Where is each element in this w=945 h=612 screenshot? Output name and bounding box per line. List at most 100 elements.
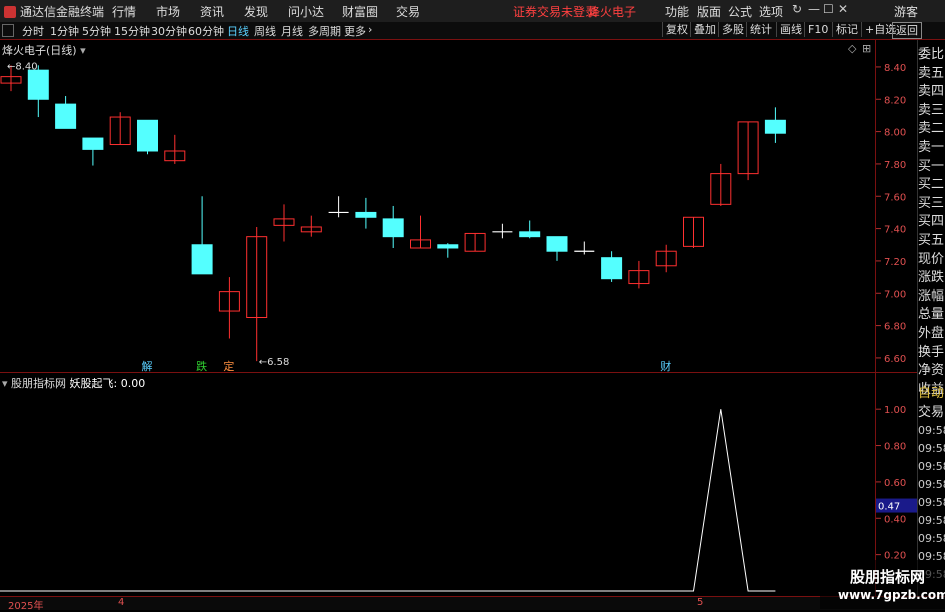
axis-divider (875, 40, 876, 596)
price-tick-label: 7.60 (884, 192, 906, 203)
candle-body (191, 244, 213, 275)
back-icon[interactable] (2, 24, 14, 37)
period-weekly[interactable]: 周线 (254, 23, 276, 39)
side-item: 买二 (918, 177, 945, 193)
period-30min[interactable]: 30分钟 (151, 23, 187, 39)
menu-shichang[interactable]: 市场 (156, 3, 180, 20)
side-item: 买三 (918, 195, 945, 211)
candle-body (27, 69, 49, 100)
side-item: 买一 (918, 158, 945, 174)
side-item: 外盘 (918, 325, 945, 341)
duogu-button[interactable]: 多股 (718, 22, 747, 37)
period-5min[interactable]: 5分钟 (82, 23, 111, 39)
biaoji-button[interactable]: 标记 (832, 22, 861, 37)
more-chevron-icon[interactable]: › (368, 23, 372, 36)
indicator-tick-label: 0.60 (884, 478, 906, 489)
event-marker: 财 (660, 359, 671, 372)
candlestick-chart[interactable]: ←8.40 ←6.58 解 跌 定 财 (0, 40, 875, 372)
close-icon[interactable]: ✕ (838, 2, 848, 16)
indicator-tick-label: 1.00 (884, 405, 906, 416)
event-marker: 跌 (196, 359, 207, 372)
period-more[interactable]: 更多 (344, 23, 366, 39)
trade-login-warning[interactable]: 证券交易未登录 (513, 3, 597, 20)
menu-gongneng[interactable]: 功能 (665, 3, 689, 20)
menu-caifuquan[interactable]: 财富圈 (342, 3, 378, 20)
indicator-tick-label: 0.40 (884, 514, 906, 525)
side-time-entry: 09:58 (918, 532, 945, 546)
menu-hangqing[interactable]: 行情 (112, 3, 136, 20)
f10-button[interactable]: F10 (804, 22, 831, 37)
footer-month-5: 5 (697, 597, 704, 608)
maximize-icon[interactable]: ☐ (823, 2, 834, 16)
event-marker: 定 (223, 359, 234, 372)
menu-jiaoyi[interactable]: 交易 (396, 3, 420, 20)
side-time-entry: 09:58 (918, 460, 945, 474)
candle-body (355, 211, 377, 218)
app-title: 通达信金融终端 (4, 3, 104, 20)
side-item: 卖三 (918, 102, 945, 118)
side-item: 总量 (918, 307, 945, 323)
minimize-icon[interactable]: — (808, 2, 820, 16)
candle-body (137, 119, 158, 152)
period-15min[interactable]: 15分钟 (114, 23, 150, 39)
side-item: 卖五 (918, 65, 945, 81)
indicator-chart[interactable] (0, 373, 875, 595)
huaxian-button[interactable]: 画线 (776, 22, 805, 37)
indicator-line (0, 409, 776, 592)
period-1min[interactable]: 1分钟 (50, 23, 79, 39)
side-item: 委比 (918, 47, 945, 62)
candle-body (437, 244, 459, 249)
price-tick-label: 7.40 (884, 225, 906, 236)
side-trade-item[interactable]: 交易 (918, 404, 945, 423)
title-bar: 通达信金融终端 行情 市场 资讯 发现 问小达 财富圈 交易 证券交易未登录 烽… (0, 0, 945, 23)
watermark-line1: 股朋指标网 (850, 568, 926, 586)
period-monthly[interactable]: 月线 (281, 23, 303, 39)
side-time-entry: 09:58 (918, 424, 945, 438)
menu-wenxiaoda[interactable]: 问小达 (288, 3, 324, 20)
high-price-label: ←8.40 (7, 61, 38, 72)
side-time-entry: 09:58 (918, 442, 945, 456)
low-price-label: ←6.58 (259, 357, 290, 368)
price-tick-label: 7.20 (884, 257, 906, 268)
fuquan-button[interactable]: 复权 (662, 22, 691, 37)
period-60min[interactable]: 60分钟 (188, 23, 224, 39)
side-time-entry: 09:58 (918, 514, 945, 528)
menu-banmian[interactable]: 版面 (697, 3, 721, 20)
watermark-line2: www.7gpzb.com (838, 588, 945, 602)
tongji-button[interactable]: 统计 (746, 22, 775, 37)
period-multi[interactable]: 多周期 (308, 23, 341, 39)
price-tick-label: 6.80 (884, 322, 906, 333)
side-item: 买四 (918, 214, 945, 230)
period-daily[interactable]: 日线 (227, 23, 249, 39)
refresh-icon[interactable]: ↻ (792, 2, 802, 16)
app-name: 通达信金融终端 (20, 5, 105, 19)
side-item: 现价 (918, 251, 945, 267)
cursor-value-label: 0.47 (878, 502, 900, 513)
footer-month-4: 4 (118, 597, 125, 608)
price-axis: 8.40 8.20 8.00 7.80 7.60 7.40 7.20 7.00 6.80 6.60 (876, 63, 906, 365)
candle-body (382, 218, 404, 238)
menu-zixun[interactable]: 资讯 (200, 3, 224, 20)
diejia-button[interactable]: 叠加 (690, 22, 719, 37)
period-toolbar: 分时 1分钟 5分钟 15分钟 30分钟 60分钟 日线 周线 月线 多周期 更… (0, 22, 945, 40)
price-tick-label: 8.20 (884, 95, 906, 106)
side-item: 净资 (918, 363, 945, 379)
price-tick-label: 8.40 (884, 63, 906, 74)
price-tick-label: 7.00 (884, 289, 906, 300)
app-logo-icon (4, 5, 16, 18)
side-trade-item[interactable]: 自动 (918, 385, 945, 404)
pane-divider (0, 372, 918, 373)
candle-body (546, 236, 568, 252)
menu-xuanxiang[interactable]: 选项 (759, 3, 783, 20)
menu-gongshi[interactable]: 公式 (728, 3, 752, 20)
side-item: 换手 (918, 344, 945, 360)
side-time-entry: 09:58 (918, 478, 945, 492)
side-item: 涨幅 (918, 288, 945, 304)
period-fenshi[interactable]: 分时 (22, 23, 44, 39)
user-guest[interactable]: 游客 (894, 3, 918, 20)
quote-side-panel: 委比 卖五 卖四 卖三 卖二 卖一 买一 买二 买三 买四 买五 现价 涨跌 涨幅 总量 外盘 换手 净资 收益 (918, 46, 945, 399)
time-axis: 2025年 4 5 (0, 596, 945, 612)
menu-faxian[interactable]: 发现 (244, 3, 268, 20)
return-button[interactable]: 返回 (892, 22, 922, 39)
indicator-tick-label: 0.80 (884, 442, 906, 453)
